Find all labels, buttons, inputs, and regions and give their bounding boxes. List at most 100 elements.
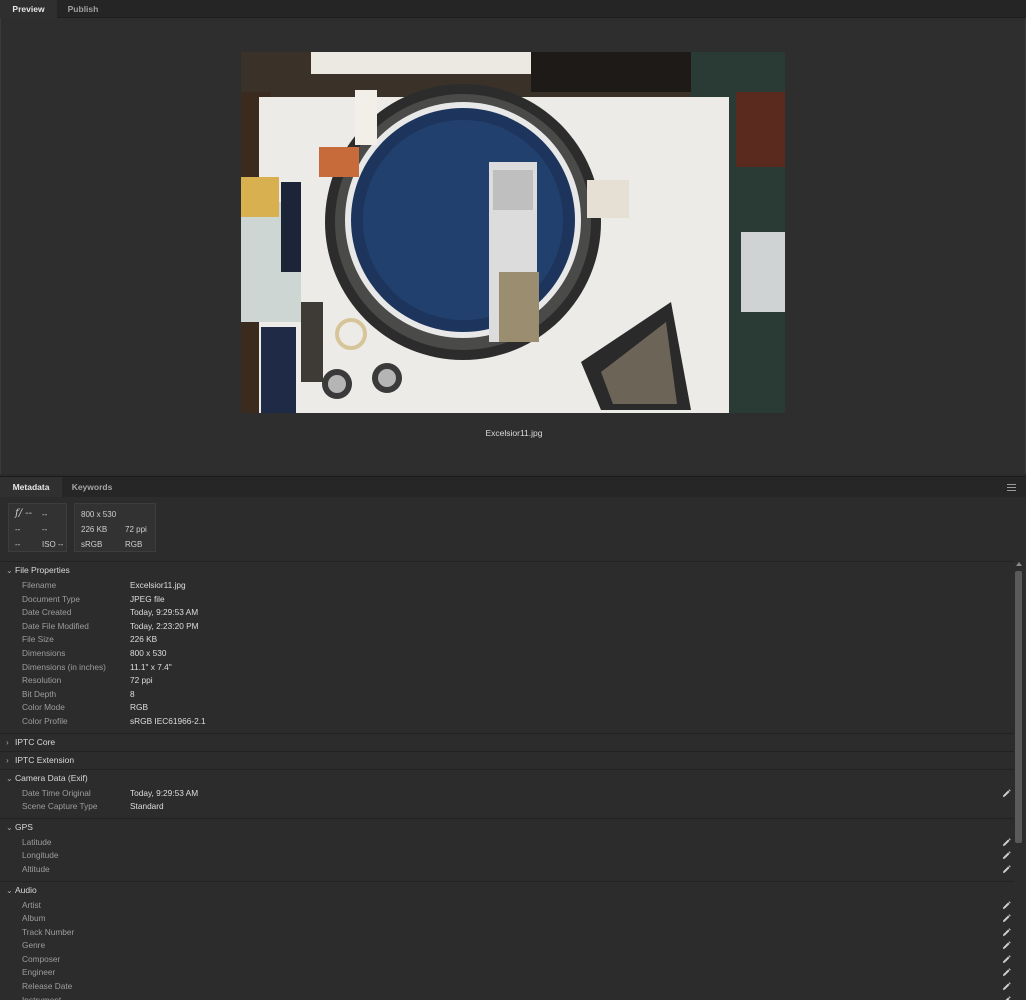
- edit-pencil-icon[interactable]: [1002, 900, 1011, 910]
- tab-publish[interactable]: Publish: [57, 0, 109, 18]
- metadata-label: Artist: [22, 899, 41, 910]
- metadata-label: Album: [22, 913, 46, 924]
- chevron-down-icon: ⌄: [6, 566, 13, 575]
- metadata-row: Date Time Original Today, 9:29:53 AM: [0, 787, 1014, 801]
- section-camera-data: ⌄ Camera Data (Exif) Date Time Original To…: [0, 768, 1014, 818]
- metadata-value: Today, 9:29:53 AM: [130, 787, 199, 798]
- scrollbar-thumb[interactable]: [1015, 571, 1022, 843]
- metadata-row: Dimensions (in inches) 11.1" x 7.4": [0, 661, 1014, 675]
- section-title: Camera Data (Exif): [15, 772, 88, 783]
- tab-keywords[interactable]: Keywords: [62, 477, 122, 498]
- metadata-row: Scene Capture Type Standard: [0, 800, 1014, 814]
- summary-resolution: 72 ppi: [125, 525, 147, 534]
- chevron-right-icon: ›: [6, 737, 9, 747]
- metadata-label: Engineer: [22, 967, 56, 978]
- edit-pencil-icon[interactable]: [1002, 968, 1011, 977]
- edit-pencil-icon[interactable]: [1002, 941, 1011, 950]
- metadata-row: Longitude: [0, 849, 1014, 863]
- metadata-list[interactable]: ⌄ File Properties Filename Excelsior11.jpg…: [0, 561, 1014, 1000]
- edit-pencil-icon[interactable]: [1002, 982, 1011, 991]
- section-header-gps[interactable]: ⌄ GPS: [0, 819, 1014, 836]
- file-properties-rows: Filename Excelsior11.jpg Document Type JPEG…: [0, 579, 1014, 733]
- metadata-panel: f/ -- -- -- -- -- ISO -- 800 x 530 226 K…: [0, 497, 1026, 1000]
- metadata-row: Resolution 72 ppi: [0, 674, 1014, 688]
- metadata-row: Color Profile sRGB IEC61966-2.1: [0, 715, 1014, 729]
- section-header-audio[interactable]: ⌄ Audio: [0, 882, 1014, 899]
- chevron-down-icon: ⌄: [6, 822, 13, 832]
- preview-photo-drawing: [241, 52, 785, 413]
- metadata-row: Latitude: [0, 836, 1014, 850]
- preview-image[interactable]: [241, 52, 785, 413]
- summary-size: 226 KB: [81, 525, 108, 534]
- shutter-value: --: [42, 510, 48, 519]
- preview-pane: Excelsior11.jpg: [0, 18, 1026, 474]
- gps-rows: Latitude Longitude Altitude: [0, 836, 1014, 881]
- metadata-row: Release Date: [0, 980, 1014, 994]
- edit-pencil-icon[interactable]: [1002, 995, 1011, 1000]
- metadata-label: Document Type: [22, 593, 80, 604]
- metadata-row: Altitude: [0, 863, 1014, 877]
- edit-pencil-icon[interactable]: [1002, 927, 1011, 937]
- metadata-label: Date File Modified: [22, 620, 89, 631]
- metadata-value: Standard: [130, 801, 164, 812]
- metadata-label: Instrument: [22, 994, 62, 1000]
- section-title: GPS: [15, 821, 33, 832]
- metadata-label: Composer: [22, 953, 61, 964]
- aperture-value: f/ --: [15, 508, 33, 519]
- metadata-row: Track Number: [0, 926, 1014, 940]
- metadata-row: Artist: [0, 899, 1014, 913]
- metadata-row: Bit Depth 8: [0, 688, 1014, 702]
- panel-menu-icon[interactable]: [1007, 484, 1016, 491]
- metadata-row: Filename Excelsior11.jpg: [0, 579, 1014, 593]
- section-title: Audio: [15, 884, 37, 895]
- metadata-label: Color Mode: [22, 702, 65, 713]
- metadata-value: Excelsior11.jpg: [130, 580, 186, 590]
- edit-pencil-icon[interactable]: [1002, 865, 1011, 874]
- metadata-label: Scene Capture Type: [22, 801, 98, 812]
- metadata-label: Dimensions: [22, 647, 66, 658]
- edit-pencil-icon[interactable]: [1002, 914, 1011, 923]
- section-gps: ⌄ GPS Latitude Longitude Altitude: [0, 817, 1014, 881]
- camera-value: --: [15, 540, 21, 549]
- section-title: IPTC Core: [15, 736, 56, 747]
- metadata-label: Resolution: [22, 675, 62, 686]
- tab-metadata[interactable]: Metadata: [0, 477, 62, 498]
- scroll-up-arrow-icon[interactable]: [1016, 562, 1022, 566]
- preview-caption: Excelsior11.jpg: [485, 428, 543, 438]
- chevron-right-icon: ›: [6, 755, 9, 765]
- section-audio: ⌄ Audio Artist Album Track Number Genre Compo…: [0, 880, 1014, 1000]
- metadata-row: Engineer: [0, 966, 1014, 980]
- edit-pencil-icon[interactable]: [1002, 955, 1011, 964]
- metadata-row: Genre: [0, 939, 1014, 953]
- tab-preview[interactable]: Preview: [0, 0, 57, 18]
- camera-value: --: [42, 525, 48, 534]
- edit-pencil-icon[interactable]: [1002, 851, 1011, 860]
- metadata-value: Today, 2:23:20 PM: [130, 620, 199, 631]
- metadata-row: Document Type JPEG file: [0, 593, 1014, 607]
- edit-pencil-icon[interactable]: [1002, 788, 1011, 798]
- edit-pencil-icon[interactable]: [1002, 837, 1011, 847]
- metadata-scrollbar[interactable]: [1014, 561, 1023, 1000]
- section-title: File Properties: [15, 565, 70, 575]
- metadata-row: Dimensions 800 x 530: [0, 647, 1014, 661]
- metadata-value: 11.1" x 7.4": [130, 661, 172, 672]
- section-header-iptc-extension[interactable]: › IPTC Extension: [0, 752, 1014, 769]
- section-header-file-properties[interactable]: ⌄ File Properties: [0, 562, 1014, 579]
- chevron-down-icon: ⌄: [6, 885, 13, 895]
- metadata-value: 72 ppi: [130, 675, 153, 686]
- summary-mode: RGB: [125, 540, 143, 549]
- metadata-value: RGB: [130, 702, 148, 713]
- section-iptc-core: › IPTC Core: [0, 732, 1014, 751]
- section-header-camera-data[interactable]: ⌄ Camera Data (Exif): [0, 770, 1014, 787]
- metadata-value: 800 x 530: [130, 647, 167, 658]
- metadata-row: Date Created Today, 9:29:53 AM: [0, 606, 1014, 620]
- metadata-value: Today, 9:29:53 AM: [130, 607, 199, 618]
- section-file-properties: ⌄ File Properties Filename Excelsior11.jpg…: [0, 561, 1014, 733]
- section-iptc-extension: › IPTC Extension: [0, 750, 1014, 769]
- section-header-iptc-core[interactable]: › IPTC Core: [0, 734, 1014, 751]
- metadata-row: Date File Modified Today, 2:23:20 PM: [0, 620, 1014, 634]
- metadata-label: Date Created: [22, 607, 72, 618]
- metadata-label: Genre: [22, 940, 46, 951]
- camera-value: --: [15, 525, 21, 534]
- metadata-label: Bit Depth: [22, 688, 57, 699]
